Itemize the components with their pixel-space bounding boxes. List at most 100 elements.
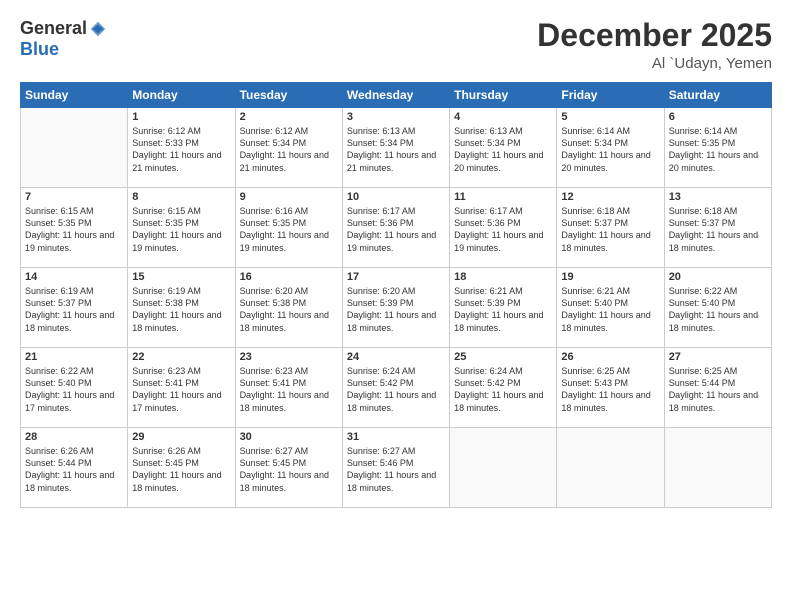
page: General Blue December 2025 Al `Udayn, Ye… <box>0 0 792 612</box>
cell-info: Sunrise: 6:25 AMSunset: 5:43 PMDaylight:… <box>561 365 659 414</box>
calendar-cell: 8Sunrise: 6:15 AMSunset: 5:35 PMDaylight… <box>128 188 235 268</box>
calendar-cell: 24 Sunrise: 6:24 AMSunset: 5:42 PMDayligh… <box>342 348 449 428</box>
sunrise-text: Sunrise: 6:19 AM <box>132 285 230 297</box>
sunset-text: Sunset: 5:35 PM <box>25 217 123 229</box>
daylight-text: Daylight: 11 hours and 18 minutes. <box>561 229 659 253</box>
day-number: 24 <box>347 351 445 363</box>
daylight-text: Daylight: 11 hours and 18 minutes. <box>132 469 230 493</box>
sunset-text: Sunset: 5:35 PM <box>669 137 767 149</box>
daylight-text: Daylight: 11 hours and 18 minutes. <box>240 389 338 413</box>
sunset-text: Sunset: 5:39 PM <box>454 297 552 309</box>
day-number: 22 <box>132 351 230 363</box>
cell-info: Sunrise: 6:15 AMSunset: 5:35 PMDaylight:… <box>132 205 230 254</box>
sunrise-text: Sunrise: 6:26 AM <box>132 445 230 457</box>
day-number: 26 <box>561 351 659 363</box>
sunrise-text: Sunrise: 6:21 AM <box>454 285 552 297</box>
cell-info: Sunrise: 6:18 AMSunset: 5:37 PMDaylight:… <box>561 205 659 254</box>
day-number: 29 <box>132 431 230 443</box>
cell-info: Sunrise: 6:17 AMSunset: 5:36 PMDaylight:… <box>347 205 445 254</box>
calendar-cell: 19 Sunrise: 6:21 AMSunset: 5:40 PMDayligh… <box>557 268 664 348</box>
logo-blue-text: Blue <box>20 39 59 59</box>
location-title: Al `Udayn, Yemen <box>537 55 772 72</box>
calendar-cell: 22 Sunrise: 6:23 AMSunset: 5:41 PMDayligh… <box>128 348 235 428</box>
sunrise-text: Sunrise: 6:18 AM <box>561 205 659 217</box>
daylight-text: Daylight: 11 hours and 18 minutes. <box>240 469 338 493</box>
calendar-cell: 17Sunrise: 6:20 AMSunset: 5:39 PMDayligh… <box>342 268 449 348</box>
sunrise-text: Sunrise: 6:25 AM <box>561 365 659 377</box>
day-number: 13 <box>669 191 767 203</box>
calendar-cell: 9Sunrise: 6:16 AMSunset: 5:35 PMDaylight… <box>235 188 342 268</box>
sunset-text: Sunset: 5:36 PM <box>454 217 552 229</box>
calendar-week-row: 21 Sunrise: 6:22 AMSunset: 5:40 PMDayligh… <box>21 348 772 428</box>
sunrise-text: Sunrise: 6:23 AM <box>240 365 338 377</box>
cell-info: Sunrise: 6:26 AMSunset: 5:45 PMDaylight:… <box>132 445 230 494</box>
sunrise-text: Sunrise: 6:24 AM <box>454 365 552 377</box>
sunrise-text: Sunrise: 6:21 AM <box>561 285 659 297</box>
daylight-text: Daylight: 11 hours and 18 minutes. <box>454 389 552 413</box>
sunset-text: Sunset: 5:37 PM <box>669 217 767 229</box>
weekday-header-wednesday: Wednesday <box>342 83 449 108</box>
calendar-cell: 30 Sunrise: 6:27 AMSunset: 5:45 PMDayligh… <box>235 428 342 508</box>
cell-info: Sunrise: 6:19 AMSunset: 5:37 PMDaylight:… <box>25 285 123 334</box>
sunset-text: Sunset: 5:42 PM <box>454 377 552 389</box>
calendar-cell: 29 Sunrise: 6:26 AMSunset: 5:45 PMDayligh… <box>128 428 235 508</box>
sunset-text: Sunset: 5:39 PM <box>347 297 445 309</box>
calendar-cell: 13 Sunrise: 6:18 AMSunset: 5:37 PMDayligh… <box>664 188 771 268</box>
day-number: 19 <box>561 271 659 283</box>
cell-info: Sunrise: 6:19 AMSunset: 5:38 PMDaylight:… <box>132 285 230 334</box>
sunset-text: Sunset: 5:33 PM <box>132 137 230 149</box>
title-block: December 2025 Al `Udayn, Yemen <box>537 18 772 72</box>
cell-info: Sunrise: 6:22 AMSunset: 5:40 PMDaylight:… <box>25 365 123 414</box>
sunset-text: Sunset: 5:34 PM <box>347 137 445 149</box>
sunset-text: Sunset: 5:34 PM <box>240 137 338 149</box>
weekday-header-row: SundayMondayTuesdayWednesdayThursdayFrid… <box>21 83 772 108</box>
day-number: 7 <box>25 191 123 203</box>
day-number: 2 <box>240 111 338 123</box>
day-number: 1 <box>132 111 230 123</box>
sunrise-text: Sunrise: 6:25 AM <box>669 365 767 377</box>
calendar-week-row: 28Sunrise: 6:26 AMSunset: 5:44 PMDayligh… <box>21 428 772 508</box>
sunset-text: Sunset: 5:46 PM <box>347 457 445 469</box>
calendar-cell <box>450 428 557 508</box>
cell-info: Sunrise: 6:21 AMSunset: 5:39 PMDaylight:… <box>454 285 552 334</box>
cell-info: Sunrise: 6:27 AMSunset: 5:45 PMDaylight:… <box>240 445 338 494</box>
sunset-text: Sunset: 5:41 PM <box>132 377 230 389</box>
calendar-cell: 27Sunrise: 6:25 AMSunset: 5:44 PMDayligh… <box>664 348 771 428</box>
day-number: 23 <box>240 351 338 363</box>
calendar-cell: 7Sunrise: 6:15 AMSunset: 5:35 PMDaylight… <box>21 188 128 268</box>
daylight-text: Daylight: 11 hours and 17 minutes. <box>132 389 230 413</box>
daylight-text: Daylight: 11 hours and 18 minutes. <box>132 309 230 333</box>
sunrise-text: Sunrise: 6:23 AM <box>132 365 230 377</box>
logo-general-text: General <box>20 18 87 39</box>
cell-info: Sunrise: 6:24 AMSunset: 5:42 PMDaylight:… <box>454 365 552 414</box>
weekday-header-tuesday: Tuesday <box>235 83 342 108</box>
sunset-text: Sunset: 5:43 PM <box>561 377 659 389</box>
daylight-text: Daylight: 11 hours and 20 minutes. <box>454 149 552 173</box>
calendar-cell: 26 Sunrise: 6:25 AMSunset: 5:43 PMDayligh… <box>557 348 664 428</box>
sunrise-text: Sunrise: 6:26 AM <box>25 445 123 457</box>
sunset-text: Sunset: 5:44 PM <box>669 377 767 389</box>
sunrise-text: Sunrise: 6:18 AM <box>669 205 767 217</box>
daylight-text: Daylight: 11 hours and 18 minutes. <box>669 229 767 253</box>
cell-info: Sunrise: 6:16 AMSunset: 5:35 PMDaylight:… <box>240 205 338 254</box>
sunset-text: Sunset: 5:40 PM <box>25 377 123 389</box>
sunset-text: Sunset: 5:42 PM <box>347 377 445 389</box>
sunrise-text: Sunrise: 6:17 AM <box>454 205 552 217</box>
day-number: 30 <box>240 431 338 443</box>
calendar-cell <box>557 428 664 508</box>
cell-info: Sunrise: 6:18 AMSunset: 5:37 PMDaylight:… <box>669 205 767 254</box>
sunrise-text: Sunrise: 6:14 AM <box>669 125 767 137</box>
cell-info: Sunrise: 6:21 AMSunset: 5:40 PMDaylight:… <box>561 285 659 334</box>
day-number: 15 <box>132 271 230 283</box>
cell-info: Sunrise: 6:25 AMSunset: 5:44 PMDaylight:… <box>669 365 767 414</box>
sunrise-text: Sunrise: 6:12 AM <box>132 125 230 137</box>
calendar-cell: 10Sunrise: 6:17 AMSunset: 5:36 PMDayligh… <box>342 188 449 268</box>
calendar-cell: 5Sunrise: 6:14 AMSunset: 5:34 PMDaylight… <box>557 108 664 188</box>
calendar-cell: 12Sunrise: 6:18 AMSunset: 5:37 PMDayligh… <box>557 188 664 268</box>
weekday-header-monday: Monday <box>128 83 235 108</box>
calendar-cell: 11Sunrise: 6:17 AMSunset: 5:36 PMDayligh… <box>450 188 557 268</box>
day-number: 21 <box>25 351 123 363</box>
cell-info: Sunrise: 6:24 AMSunset: 5:42 PMDaylight:… <box>347 365 445 414</box>
calendar-cell <box>664 428 771 508</box>
sunrise-text: Sunrise: 6:12 AM <box>240 125 338 137</box>
